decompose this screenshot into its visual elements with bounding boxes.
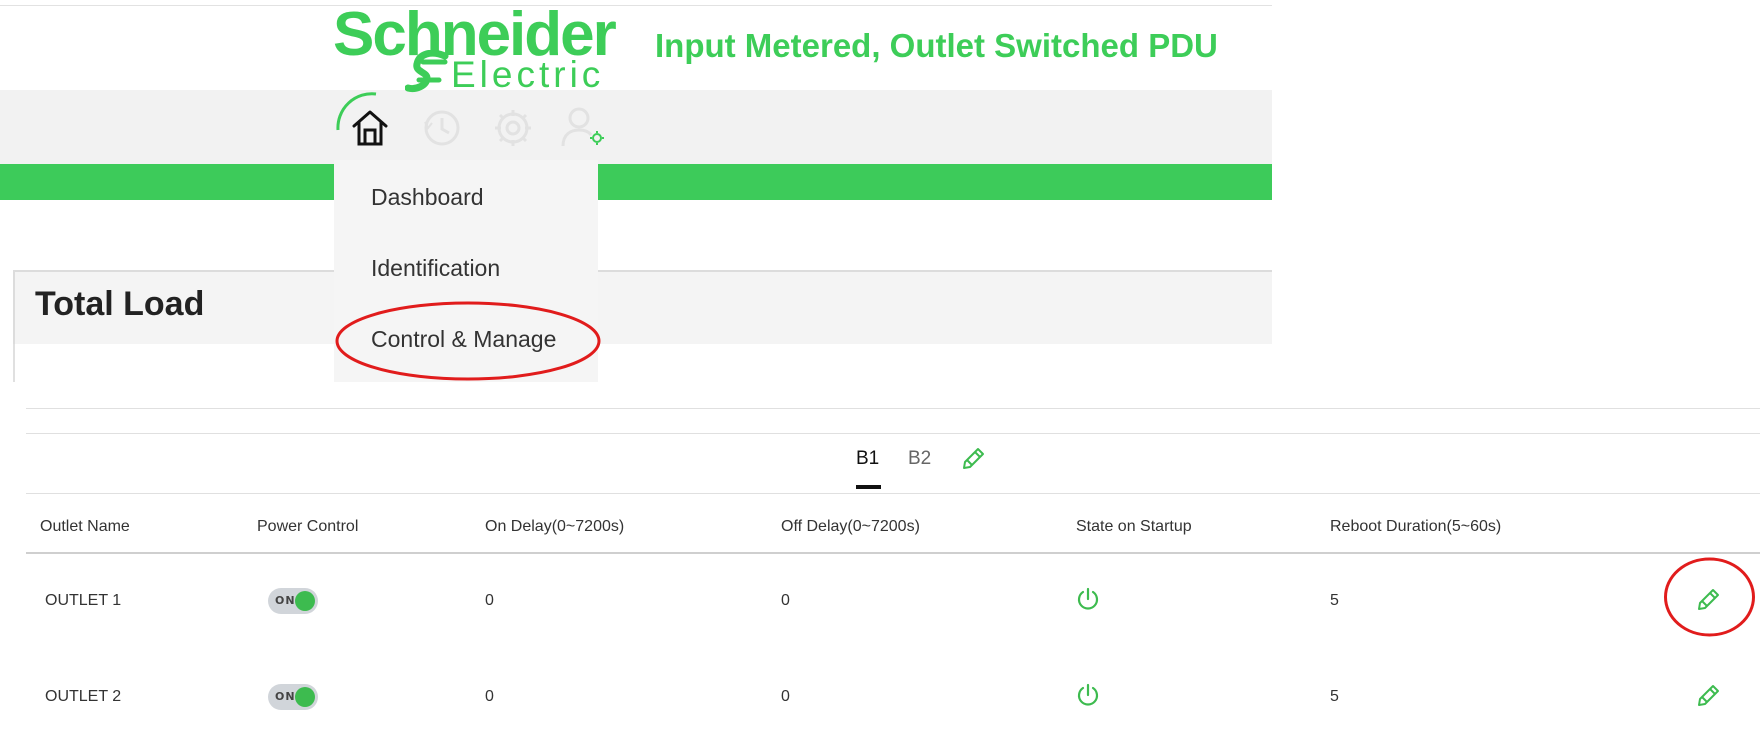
column-header-power-control: Power Control: [257, 518, 359, 535]
nav-bar: [0, 90, 1272, 165]
edit-outlet-pencil-icon[interactable]: [1695, 683, 1721, 709]
reboot-duration-value: 5: [1330, 592, 1339, 609]
off-delay-value: 0: [781, 592, 790, 609]
power-icon: [1075, 682, 1101, 708]
tab-b2[interactable]: B2: [908, 448, 931, 470]
section-divider-top: [26, 408, 1760, 409]
power-icon: [1075, 586, 1101, 612]
tabs-bottom-divider: [26, 493, 1760, 494]
active-tab-underline: [856, 485, 881, 489]
on-delay-value: 0: [485, 688, 494, 705]
total-load-card-edge: [13, 344, 15, 382]
tabs-top-divider: [26, 433, 1760, 434]
tab-b1[interactable]: B1: [856, 448, 879, 470]
power-toggle-knob: [295, 687, 315, 707]
column-header-off-delay: Off Delay(0~7200s): [781, 518, 920, 535]
header-bottom-divider: [26, 552, 1760, 554]
annotation-circle-edit: [1664, 557, 1755, 637]
outlet-name: OUTLET 2: [45, 688, 122, 705]
on-delay-value: 0: [485, 592, 494, 609]
total-load-title: Total Load: [35, 285, 205, 323]
product-title: Input Metered, Outlet Switched PDU: [655, 27, 1218, 64]
green-banner: [0, 164, 1272, 200]
home-icon[interactable]: [344, 102, 396, 154]
history-icon[interactable]: [416, 102, 468, 154]
schneider-electric-logo: Schneider Electric: [333, 4, 623, 94]
column-header-on-delay: On Delay(0~7200s): [485, 518, 625, 535]
power-toggle-label: ON: [275, 594, 296, 607]
user-settings-icon[interactable]: [557, 102, 609, 154]
off-delay-value: 0: [781, 688, 790, 705]
column-header-state-on-startup: State on Startup: [1076, 518, 1192, 535]
reboot-duration-value: 5: [1330, 688, 1339, 705]
header-panel: Schneider Electric Input Metered, Outlet…: [0, 0, 1272, 390]
annotation-circle-menu: [335, 301, 601, 381]
logo-wordmark-bottom: Electric: [451, 54, 605, 95]
menu-item-identification[interactable]: Identification: [371, 255, 500, 282]
top-divider: [0, 5, 1272, 6]
column-header-reboot-duration: Reboot Duration(5~60s): [1330, 518, 1502, 535]
edit-bank-pencil-icon[interactable]: [960, 446, 986, 472]
outlet-name: OUTLET 1: [45, 592, 122, 609]
power-toggle[interactable]: ON: [268, 588, 318, 614]
power-toggle[interactable]: ON: [268, 684, 318, 710]
power-toggle-label: ON: [275, 690, 296, 703]
power-toggle-knob: [295, 591, 315, 611]
logo-mark-icon: [405, 50, 449, 92]
column-header-outlet-name: Outlet Name: [40, 518, 130, 535]
settings-icon[interactable]: [487, 102, 539, 154]
menu-item-dashboard[interactable]: Dashboard: [371, 184, 484, 211]
